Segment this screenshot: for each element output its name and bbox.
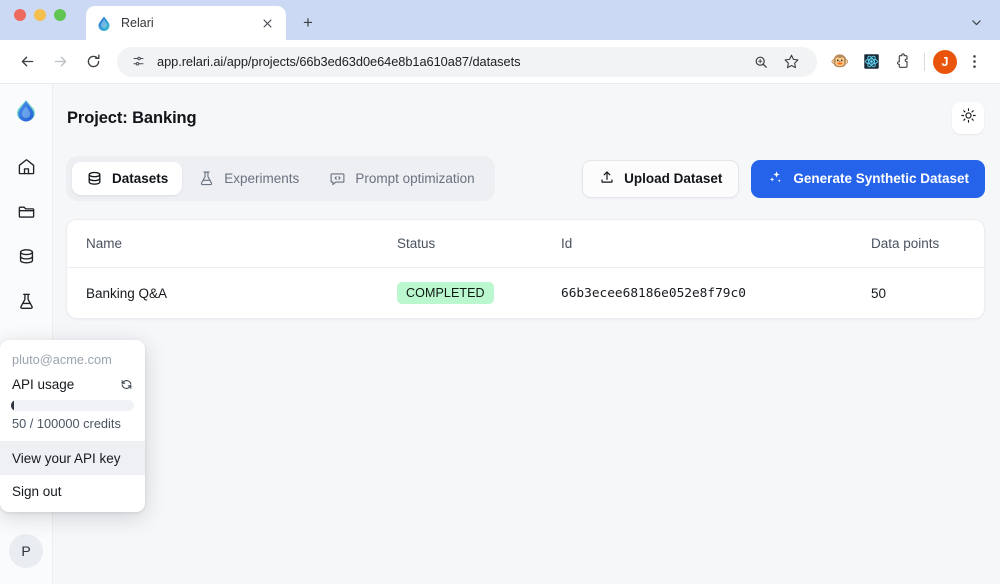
refresh-icon[interactable] <box>120 378 133 391</box>
app-viewport: P Project: Banking Datasets Experiments … <box>0 84 1000 584</box>
browser-toolbar: app.relari.ai/app/projects/66b3ed63d0e64… <box>0 40 1000 84</box>
site-settings-icon[interactable] <box>129 53 147 71</box>
flask-icon <box>198 170 215 187</box>
menu-item-view-api-key[interactable]: View your API key <box>0 442 145 475</box>
tab-prompt-optimization-label: Prompt optimization <box>355 171 475 186</box>
column-header-data-points[interactable]: Data points <box>871 236 965 251</box>
back-arrow-icon[interactable] <box>12 47 42 77</box>
home-icon <box>17 157 36 181</box>
tab-datasets-label: Datasets <box>112 171 169 186</box>
chevron-down-icon[interactable] <box>962 8 990 36</box>
relari-droplet-icon <box>96 15 112 31</box>
toolbar-actions: Upload Dataset Generate Synthetic Datase… <box>582 159 985 198</box>
close-window-button[interactable] <box>14 8 26 21</box>
forward-arrow-icon[interactable] <box>45 47 75 77</box>
maximize-window-button[interactable] <box>54 8 66 21</box>
api-usage-label: API usage <box>12 377 75 392</box>
page-title: Project: Banking <box>67 108 197 127</box>
user-avatar[interactable]: P <box>9 534 43 568</box>
sidebar-item-datasets[interactable] <box>9 242 43 276</box>
database-icon <box>86 170 103 187</box>
cell-data-points: 50 <box>871 285 887 301</box>
main-content: Project: Banking Datasets Experiments Pr… <box>53 84 1000 584</box>
code-chat-icon <box>329 170 346 187</box>
address-bar[interactable]: app.relari.ai/app/projects/66b3ed63d0e64… <box>117 46 817 77</box>
browser-tab[interactable]: Relari <box>86 6 286 40</box>
upload-dataset-button[interactable]: Upload Dataset <box>582 159 740 198</box>
cell-status: COMPLETED <box>397 282 561 304</box>
api-usage-credits-text: 50 / 100000 credits <box>12 416 121 431</box>
sidebar-item-home[interactable] <box>9 152 43 186</box>
relari-logo-icon[interactable] <box>9 96 43 130</box>
account-email: pluto@acme.com <box>12 352 112 367</box>
theme-toggle-button[interactable] <box>952 102 984 134</box>
close-icon[interactable] <box>258 14 276 32</box>
tab-experiments[interactable]: Experiments <box>184 162 313 195</box>
address-bar-url: app.relari.ai/app/projects/66b3ed63d0e64… <box>157 54 521 69</box>
sparkles-icon <box>767 169 784 189</box>
tab-prompt-optimization[interactable]: Prompt optimization <box>315 162 488 195</box>
api-usage-progress-fill <box>11 400 14 411</box>
content-toolbar: Datasets Experiments Prompt optimization… <box>66 156 985 201</box>
omnibox-actions <box>747 48 805 76</box>
zoom-search-icon[interactable] <box>747 48 775 76</box>
account-dropdown-menu: pluto@acme.com API usage 50 / 100000 cre… <box>0 340 145 512</box>
extension-avatar-icon[interactable]: 🐵 <box>826 48 854 76</box>
flask-icon <box>17 292 36 316</box>
datasets-table: Name Status Id Data points Banking Q&A C… <box>66 219 985 319</box>
cell-name: Banking Q&A <box>86 285 168 301</box>
tab-datasets[interactable]: Datasets <box>72 162 183 195</box>
react-devtools-icon[interactable] <box>857 48 885 76</box>
upload-dataset-label: Upload Dataset <box>624 171 723 186</box>
api-usage-progress-bar <box>11 400 134 411</box>
window-controls <box>14 0 66 40</box>
page-header: Project: Banking <box>66 102 985 134</box>
cell-id: 66b3ecee68186e052e8f79c0 <box>561 285 746 301</box>
browser-tab-strip: Relari + <box>0 0 1000 40</box>
extensions-puzzle-icon[interactable] <box>888 48 916 76</box>
sidebar-item-experiments[interactable] <box>9 287 43 321</box>
section-tabs: Datasets Experiments Prompt optimization <box>66 156 495 201</box>
browser-tab-title: Relari <box>121 16 154 30</box>
column-header-status[interactable]: Status <box>397 236 561 251</box>
tab-experiments-label: Experiments <box>224 171 300 186</box>
new-tab-button[interactable]: + <box>294 8 322 36</box>
toolbar-divider <box>924 52 925 71</box>
minimize-window-button[interactable] <box>34 8 46 21</box>
sun-icon <box>960 107 977 129</box>
column-header-id[interactable]: Id <box>561 236 871 251</box>
api-usage-header: API usage <box>0 377 145 395</box>
star-icon[interactable] <box>777 48 805 76</box>
table-header-row: Name Status Id Data points <box>67 220 984 268</box>
database-icon <box>17 247 36 271</box>
folder-icon <box>17 202 36 226</box>
browser-profile-avatar[interactable]: J <box>933 49 957 74</box>
column-header-name[interactable]: Name <box>86 236 397 251</box>
sidebar-item-projects[interactable] <box>9 197 43 231</box>
generate-synthetic-dataset-button[interactable]: Generate Synthetic Dataset <box>751 159 985 198</box>
menu-item-sign-out[interactable]: Sign out <box>0 475 145 508</box>
kebab-menu-icon[interactable] <box>960 48 988 76</box>
upload-icon <box>599 169 615 188</box>
reload-icon[interactable] <box>78 47 108 77</box>
table-row[interactable]: Banking Q&A COMPLETED 66b3ecee68186e052e… <box>67 268 984 318</box>
generate-synthetic-dataset-label: Generate Synthetic Dataset <box>793 171 969 186</box>
status-badge: COMPLETED <box>397 282 494 304</box>
